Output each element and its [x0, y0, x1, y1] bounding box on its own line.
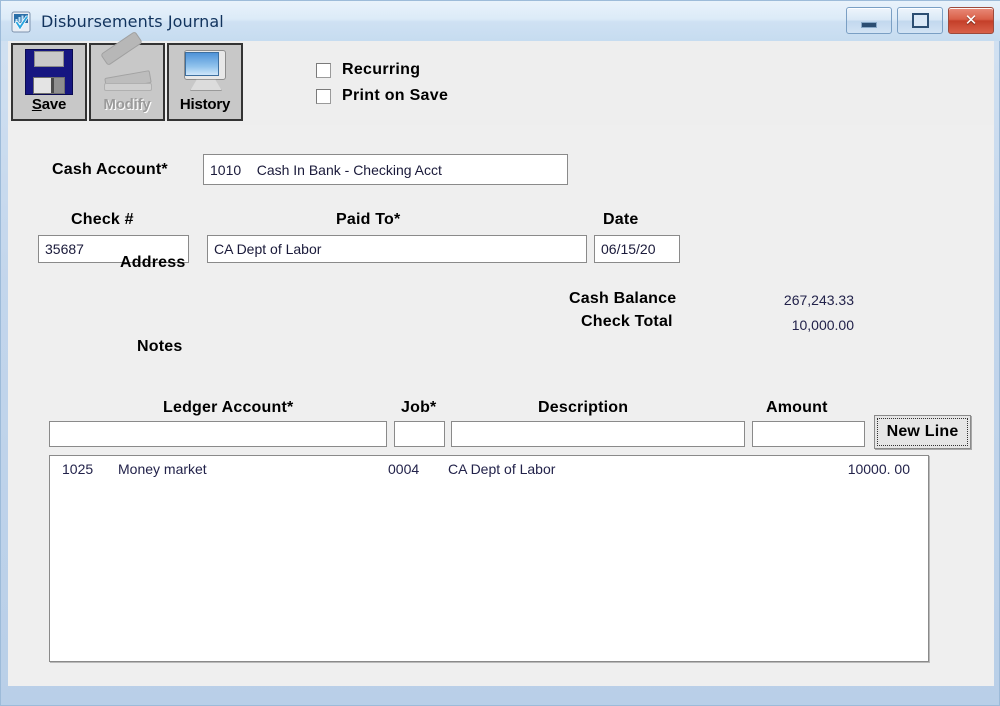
cell-amount: 10000. 00	[847, 461, 910, 477]
history-button-label: History	[179, 96, 231, 113]
close-button[interactable]: ✕	[948, 7, 994, 34]
cell-account-code: 1025	[62, 461, 94, 477]
maximize-button[interactable]	[897, 7, 943, 34]
check-total-label: Check Total	[581, 313, 673, 330]
amount-header: Amount	[766, 399, 828, 416]
cash-account-input[interactable]: 1010 Cash In Bank - Checking Acct	[203, 154, 568, 185]
recurring-checkbox[interactable]	[316, 62, 331, 78]
window-controls: ✕	[846, 7, 994, 34]
description-input[interactable]	[451, 421, 745, 447]
print-on-save-label: Print on Save	[342, 87, 449, 104]
line-items-grid[interactable]: 1025 Money market 0004 CA Dept of Labor 1000…	[49, 455, 929, 662]
window-title: Disbursements Journal	[41, 11, 224, 31]
toolbar: Save Modify History Recurring Print on S…	[8, 30, 994, 126]
paid-to-label: Paid To*	[336, 211, 401, 228]
modify-button-label: Modify	[103, 96, 151, 113]
address-label: Address	[120, 254, 186, 271]
cash-balance-label: Cash Balance	[569, 290, 677, 307]
description-header: Description	[538, 399, 629, 416]
print-on-save-checkbox[interactable]	[316, 88, 331, 104]
print-on-save-checkbox-row[interactable]: Print on Save	[316, 85, 448, 107]
notes-label: Notes	[137, 338, 183, 355]
table-row[interactable]: 1025 Money market 0004 CA Dept of Labor 1000…	[50, 456, 928, 478]
modify-button[interactable]: Modify	[89, 30, 165, 121]
check-total-value: 10,000.00	[791, 317, 854, 333]
ledger-account-header: Ledger Account*	[163, 399, 294, 416]
client-area: Save Modify History Recurring Print on S…	[8, 30, 994, 686]
option-checkboxes: Recurring Print on Save	[316, 59, 448, 111]
notes-input[interactable]	[207, 331, 587, 369]
job-input[interactable]	[394, 421, 445, 447]
application-window: Disbursements Journal ✕ Save Modify Hist…	[0, 0, 1000, 706]
new-line-button-label: New Line	[877, 418, 968, 446]
history-button[interactable]: History	[167, 43, 243, 121]
cell-account-name: Money market	[118, 461, 207, 477]
close-icon: ✕	[964, 11, 978, 29]
stapler-icon	[100, 30, 153, 95]
save-button[interactable]: Save	[11, 43, 87, 121]
ledger-account-input[interactable]	[49, 421, 387, 447]
minimize-button[interactable]	[846, 7, 892, 34]
disbursement-form: Cash Account* 1010 Cash In Bank - Checki…	[8, 125, 994, 686]
cash-account-label: Cash Account*	[52, 161, 168, 178]
save-button-label: Save	[31, 96, 67, 113]
recurring-checkbox-row[interactable]: Recurring	[316, 59, 448, 81]
check-number-label: Check #	[71, 211, 134, 228]
job-header: Job*	[401, 399, 437, 416]
address-input[interactable]	[207, 270, 587, 308]
floppy-disk-icon	[23, 49, 75, 95]
date-input[interactable]: 06/15/20	[594, 235, 680, 263]
cell-description: CA Dept of Labor	[448, 461, 556, 477]
journal-icon	[10, 11, 32, 33]
new-line-button[interactable]: New Line	[874, 415, 971, 449]
recurring-label: Recurring	[342, 61, 421, 78]
title-bar: Disbursements Journal ✕	[1, 1, 1000, 41]
monitor-icon	[179, 49, 231, 95]
date-label: Date	[603, 211, 639, 228]
maximize-icon	[911, 13, 929, 28]
amount-input[interactable]	[752, 421, 865, 447]
paid-to-input[interactable]: CA Dept of Labor	[207, 235, 587, 263]
cash-balance-value: 267,243.33	[783, 292, 854, 308]
minimize-icon	[861, 21, 877, 28]
cell-job: 0004	[388, 461, 420, 477]
